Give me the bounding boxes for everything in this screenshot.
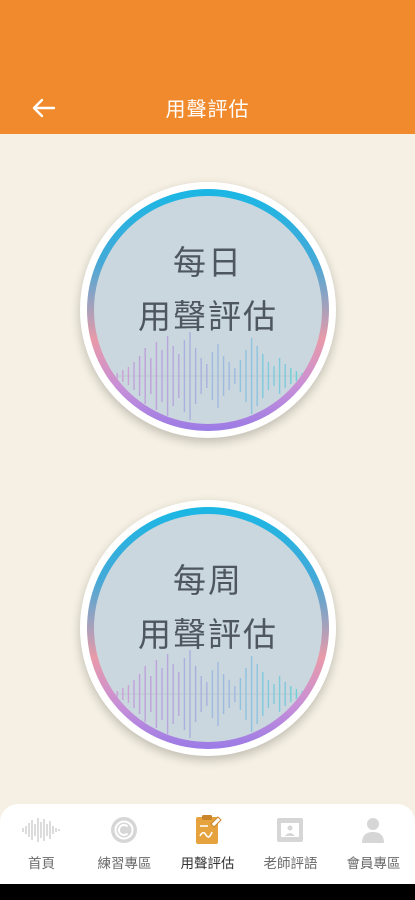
card-subtitle: 用聲評估 xyxy=(138,615,278,654)
daily-assessment-button[interactable]: 每日 用聲評估 xyxy=(80,182,336,438)
tab-practice[interactable]: 練習專區 xyxy=(83,804,166,884)
page-title: 用聲評估 xyxy=(165,97,250,121)
waveform-icon xyxy=(22,818,60,842)
system-nav-bar xyxy=(0,884,415,900)
tab-teacher-comments[interactable]: 老師評語 xyxy=(249,804,332,884)
tab-label: 首頁 xyxy=(28,856,55,872)
tab-home[interactable]: 首頁 xyxy=(0,804,83,884)
tab-voice-assessment[interactable]: 用聲評估 xyxy=(166,804,249,884)
weekly-assessment-button[interactable]: 每周 用聲評估 xyxy=(80,500,336,756)
bottom-tab-bar: 首頁 練習專區 用聲評估 老師評語 會員專區 xyxy=(0,804,415,884)
card-face: 每周 用聲評估 xyxy=(94,514,322,742)
tab-label: 用聲評估 xyxy=(180,856,235,872)
person-icon xyxy=(362,818,384,843)
chalkboard-icon xyxy=(277,818,303,842)
sound-wave-icon xyxy=(94,332,322,420)
card-face: 每日 用聲評估 xyxy=(94,196,322,424)
sound-wave-icon xyxy=(94,650,322,738)
card-subtitle: 用聲評估 xyxy=(138,297,278,336)
card-title-daily: 每日 xyxy=(173,243,243,282)
card-title-weekly: 每周 xyxy=(173,561,243,600)
target-icon xyxy=(111,817,137,843)
clipboard-pen-icon xyxy=(196,815,222,844)
tab-member[interactable]: 會員專區 xyxy=(332,804,415,884)
app-header: 用聲評估 xyxy=(0,0,415,134)
tab-label: 會員專區 xyxy=(346,856,401,872)
tab-label: 練習專區 xyxy=(97,856,152,872)
tab-label: 老師評語 xyxy=(263,856,318,872)
